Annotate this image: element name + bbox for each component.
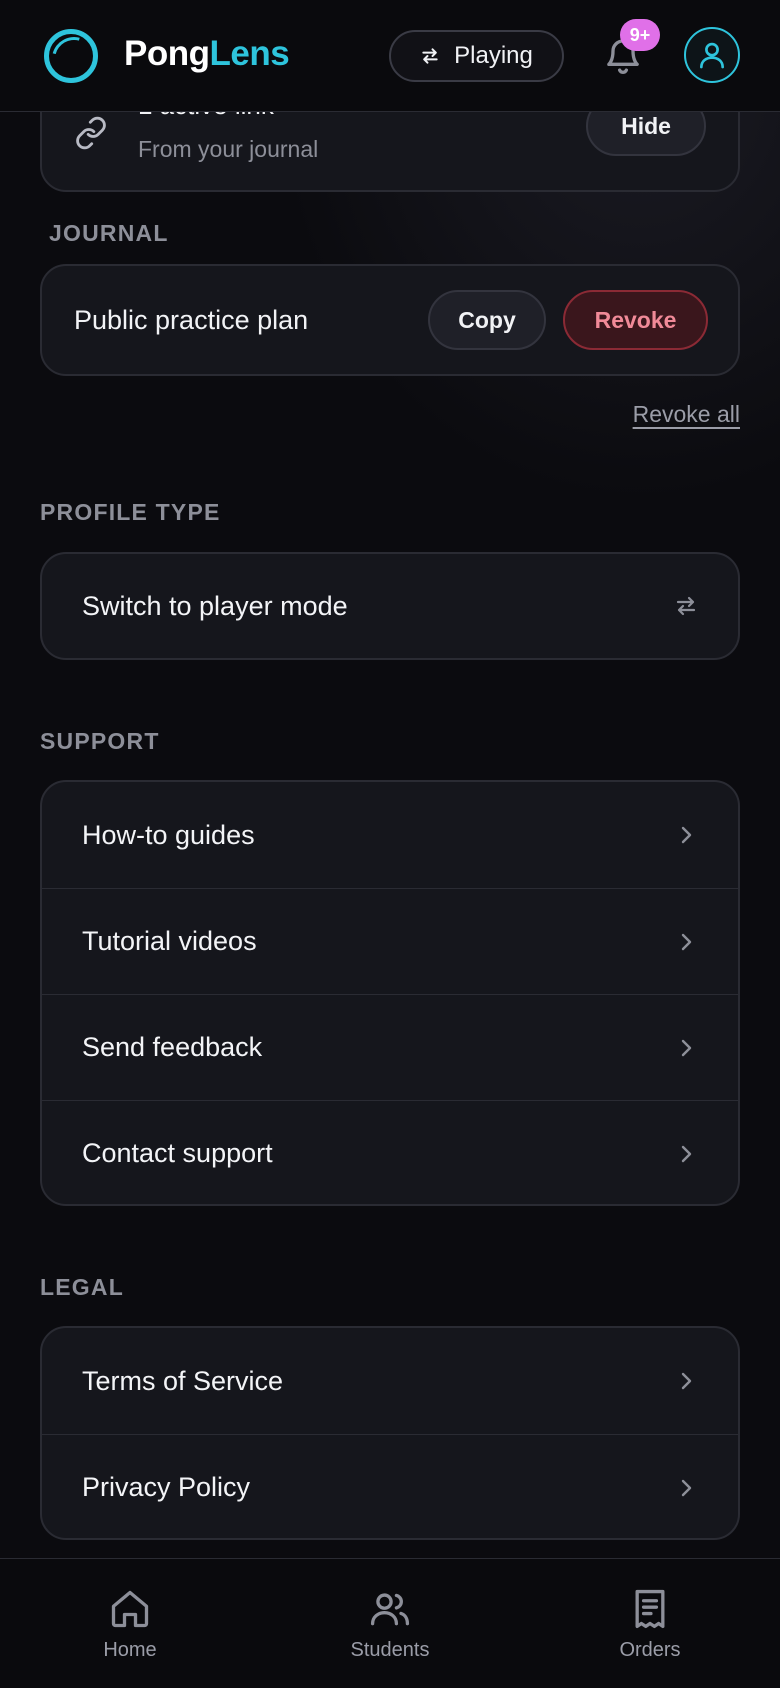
profile-type-card: Switch to player mode (40, 552, 740, 660)
journal-card: Public practice plan Copy Revoke (40, 264, 740, 376)
revoke-button[interactable]: Revoke (563, 290, 708, 350)
support-card: How-to guides Tutorial videos Send feedb… (40, 780, 740, 1206)
legal-item-label: Terms of Service (82, 1365, 284, 1396)
home-icon (111, 1590, 149, 1628)
app-header: PongLens Playing 9+ (0, 0, 780, 112)
notification-badge: 9+ (620, 19, 660, 51)
copy-button[interactable]: Copy (428, 290, 546, 350)
bottom-nav: Home Students Orders (0, 1558, 780, 1688)
nav-item-students[interactable]: Students (260, 1559, 520, 1688)
nav-item-home[interactable]: Home (0, 1559, 260, 1688)
chevron-right-icon (681, 1479, 692, 1496)
support-item-label: How-to guides (82, 819, 255, 850)
journal-item-label: Public practice plan (74, 305, 309, 335)
support-item-label: Contact support (82, 1138, 273, 1168)
support-item-tutorial-videos[interactable]: Tutorial videos (42, 888, 738, 994)
legal-card: Terms of Service Privacy Policy (40, 1326, 740, 1540)
users-icon (370, 1593, 410, 1626)
support-item-label: Send feedback (82, 1032, 263, 1062)
receipt-icon (635, 1589, 665, 1629)
user-icon (700, 42, 724, 69)
support-item-label: Tutorial videos (82, 926, 257, 956)
active-links-subtitle: From your journal (138, 136, 319, 162)
nav-item-orders[interactable]: Orders (520, 1559, 780, 1688)
chevron-right-icon (681, 1145, 692, 1162)
legal-item-privacy[interactable]: Privacy Policy (42, 1434, 738, 1538)
switch-player-mode-row[interactable]: Switch to player mode (42, 554, 738, 658)
swap-icon (676, 596, 696, 616)
journal-section-label: JOURNAL (49, 220, 169, 246)
nav-label-orders: Orders (619, 1639, 681, 1661)
logo-icon (44, 29, 98, 83)
link-icon (76, 116, 106, 150)
support-section-label: SUPPORT (40, 728, 160, 754)
switch-player-mode-label: Switch to player mode (82, 590, 348, 621)
support-item-send-feedback[interactable]: Send feedback (42, 994, 738, 1100)
avatar[interactable] (684, 27, 740, 83)
support-item-contact-support[interactable]: Contact support (42, 1100, 738, 1204)
chevron-right-icon (681, 933, 692, 950)
nav-label-students: Students (350, 1639, 430, 1661)
brand-logo[interactable]: PongLens (124, 34, 290, 74)
chevron-right-icon (681, 1039, 692, 1056)
legal-section-label: LEGAL (40, 1274, 124, 1300)
chevron-right-icon (681, 1372, 692, 1390)
profile-type-section-label: PROFILE TYPE (40, 499, 221, 525)
mode-toggle-button[interactable]: Playing (389, 30, 564, 82)
revoke-all-link[interactable]: Revoke all (633, 401, 740, 428)
support-item-how-to-guides[interactable]: How-to guides (42, 782, 738, 888)
legal-item-terms[interactable]: Terms of Service (42, 1328, 738, 1434)
brand-part-2: Lens (209, 34, 290, 73)
chevron-right-icon (681, 826, 692, 844)
brand-part-1: Pong (124, 34, 210, 73)
mode-label: Playing (454, 42, 533, 69)
swap-icon (422, 48, 438, 64)
legal-item-label: Privacy Policy (82, 1472, 251, 1502)
nav-label-home: Home (103, 1639, 157, 1661)
